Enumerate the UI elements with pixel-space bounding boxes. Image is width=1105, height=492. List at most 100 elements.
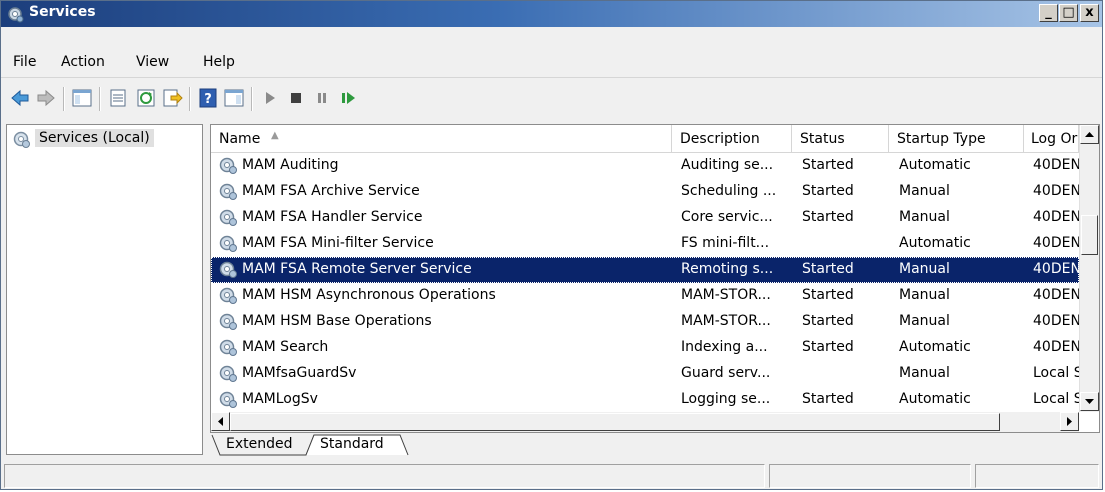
cell-name: MAM HSM Base Operations [242, 313, 432, 329]
cell-name: MAM FSA Archive Service [242, 183, 420, 199]
back-icon[interactable] [9, 87, 31, 109]
cell-logon: 40DEN [1033, 209, 1079, 225]
cell-startup: Manual [899, 261, 950, 277]
export-list-icon[interactable] [161, 87, 183, 109]
cell-startup: Manual [899, 313, 950, 329]
menu-help[interactable]: Help [203, 54, 235, 70]
services-window: Services _ □ x File Action View Help ? S… [0, 0, 1103, 490]
cell-logon: 40DEN [1033, 287, 1079, 303]
cell-name: MAM Search [242, 339, 329, 355]
service-row[interactable]: MAM FSA Mini-filter Service FS mini-filt.… [211, 231, 1079, 257]
cell-description: MAM-STOR... [681, 287, 771, 303]
service-gear-icon [219, 287, 237, 304]
service-gear-icon [219, 391, 237, 408]
cell-logon: Local S [1033, 391, 1079, 407]
cell-status: Started [802, 339, 854, 355]
cell-status: Started [802, 209, 854, 225]
scroll-right-button[interactable] [1060, 412, 1079, 431]
menu-action[interactable]: Action [61, 54, 105, 70]
arrow-right-icon [1067, 417, 1072, 426]
cell-startup: Manual [899, 287, 950, 303]
refresh-icon[interactable] [135, 87, 157, 109]
cell-logon: 40DEN [1033, 235, 1079, 251]
cell-logon: 40DEN [1033, 313, 1079, 329]
forward-icon[interactable] [35, 87, 57, 109]
column-header-label: Startup Type [897, 131, 986, 147]
column-header-startup-type[interactable]: Startup Type [889, 125, 1024, 153]
cell-name: MAMfsaGuardSv [242, 365, 357, 381]
maximize-button[interactable]: □ [1059, 4, 1078, 22]
close-button[interactable]: x [1080, 4, 1099, 22]
service-row[interactable]: MAMLogSv Logging se... Started Automatic Loc… [211, 387, 1079, 413]
show-hide-action-pane-icon[interactable] [223, 87, 245, 109]
scroll-up-button[interactable] [1080, 125, 1099, 144]
horizontal-scrollbar[interactable] [211, 412, 1079, 432]
column-header-log-on-as[interactable]: Log Or [1024, 125, 1079, 153]
menu-bar: File Action View Help [1, 47, 1102, 78]
service-row[interactable]: MAM Auditing Auditing se... Started Automat… [211, 153, 1079, 179]
svg-text:?: ? [204, 92, 212, 107]
menu-file[interactable]: File [13, 54, 36, 70]
column-header-status[interactable]: Status [792, 125, 889, 153]
tab-extended[interactable]: Extended [226, 436, 293, 452]
service-gear-icon [219, 183, 237, 200]
arrow-down-icon [1085, 399, 1094, 404]
column-header-description[interactable]: Description [672, 125, 792, 153]
cell-name: MAM Auditing [242, 157, 339, 173]
cell-status: Started [802, 313, 854, 329]
scroll-thumb-horizontal[interactable] [230, 413, 1000, 431]
cell-logon: 40DEN [1033, 339, 1079, 355]
title-bar[interactable]: Services _ □ x [1, 1, 1102, 27]
cell-logon: 40DEN [1033, 261, 1079, 277]
cell-description: Guard serv... [681, 365, 771, 381]
toolbar: ? [1, 81, 1102, 117]
sort-ascending-icon: ▲ [271, 130, 279, 141]
service-row[interactable]: MAMfsaGuardSv Guard serv... Manual Local S [211, 361, 1079, 387]
scroll-thumb[interactable] [1081, 215, 1098, 255]
status-panel [4, 464, 765, 488]
scroll-down-button[interactable] [1080, 392, 1099, 411]
toolbar-separator [189, 87, 191, 111]
cell-name: MAMLogSv [242, 391, 318, 407]
arrow-left-icon [218, 417, 223, 426]
properties-icon[interactable] [107, 87, 129, 109]
cell-logon: Local S [1033, 365, 1079, 381]
tab-standard[interactable]: Standard [320, 436, 384, 452]
column-header-label: Log Or [1031, 131, 1078, 147]
show-hide-console-tree-icon[interactable] [71, 87, 93, 109]
service-row[interactable]: MAM FSA Archive Service Scheduling ... Sta… [211, 179, 1079, 205]
status-panel [769, 464, 971, 488]
stop-service-icon[interactable] [285, 87, 307, 109]
service-row[interactable]: MAM HSM Asynchronous Operations MAM-STOR.… [211, 283, 1079, 309]
cell-status: Started [802, 287, 854, 303]
minimize-button[interactable]: _ [1039, 4, 1058, 22]
cell-startup: Automatic [899, 157, 971, 173]
scroll-left-button[interactable] [211, 412, 230, 431]
service-row[interactable]: MAM FSA Remote Server Service Remoting s.… [211, 257, 1079, 283]
service-row[interactable]: MAM Search Indexing a... Started Automatic 4… [211, 335, 1079, 361]
start-service-icon[interactable] [259, 87, 281, 109]
service-row[interactable]: MAM HSM Base Operations MAM-STOR... Starte… [211, 309, 1079, 335]
console-tree: Services (Local) [6, 124, 203, 455]
tree-item-label: Services (Local) [35, 129, 154, 147]
status-panel [975, 464, 1099, 488]
cell-description: Core servic... [681, 209, 773, 225]
vertical-scrollbar[interactable] [1079, 125, 1099, 412]
cell-description: Scheduling ... [681, 183, 777, 199]
status-bar [1, 461, 1102, 489]
pause-service-icon[interactable] [311, 87, 333, 109]
menu-view[interactable]: View [136, 54, 169, 70]
restart-service-icon[interactable] [337, 87, 359, 109]
cell-startup: Automatic [899, 339, 971, 355]
service-gear-icon [219, 339, 237, 356]
cell-status: Started [802, 183, 854, 199]
cell-status: Started [802, 391, 854, 407]
service-gear-icon [219, 313, 237, 330]
column-header-name[interactable]: Name ▲ [211, 125, 672, 153]
cell-startup: Manual [899, 209, 950, 225]
service-gear-icon [219, 261, 237, 278]
cell-description: Auditing se... [681, 157, 774, 173]
service-row[interactable]: MAM FSA Handler Service Core servic... Sta… [211, 205, 1079, 231]
column-header-label: Status [800, 131, 845, 147]
help-icon[interactable]: ? [197, 87, 219, 109]
